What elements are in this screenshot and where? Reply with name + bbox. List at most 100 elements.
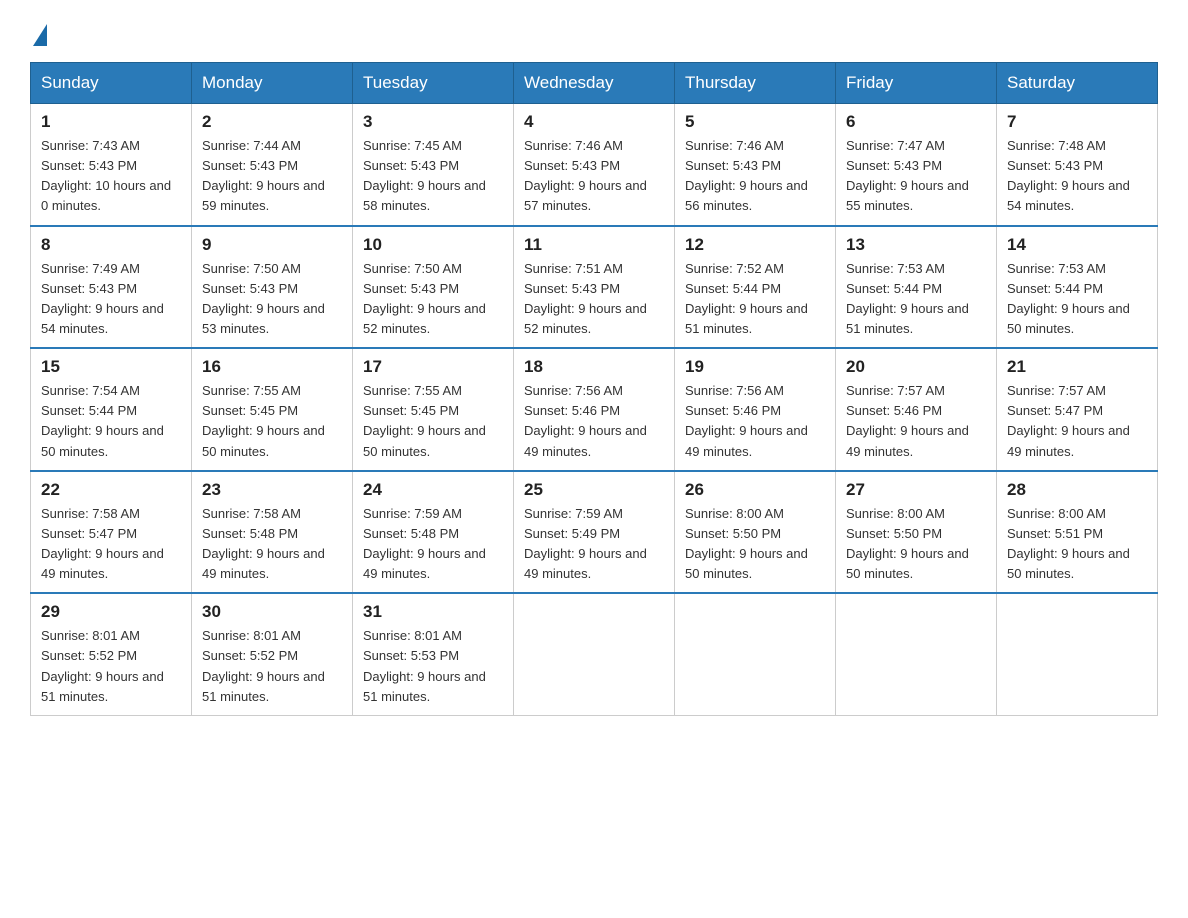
day-info: Sunrise: 7:58 AMSunset: 5:47 PMDaylight:… (41, 506, 164, 581)
day-number: 22 (41, 480, 181, 500)
weekday-header-friday: Friday (836, 63, 997, 104)
day-number: 18 (524, 357, 664, 377)
day-info: Sunrise: 7:45 AMSunset: 5:43 PMDaylight:… (363, 138, 486, 213)
calendar-cell (836, 593, 997, 715)
calendar-cell: 11 Sunrise: 7:51 AMSunset: 5:43 PMDaylig… (514, 226, 675, 349)
day-number: 28 (1007, 480, 1147, 500)
weekday-header-wednesday: Wednesday (514, 63, 675, 104)
calendar-cell: 15 Sunrise: 7:54 AMSunset: 5:44 PMDaylig… (31, 348, 192, 471)
day-info: Sunrise: 7:46 AMSunset: 5:43 PMDaylight:… (685, 138, 808, 213)
day-number: 24 (363, 480, 503, 500)
calendar-cell: 28 Sunrise: 8:00 AMSunset: 5:51 PMDaylig… (997, 471, 1158, 594)
day-info: Sunrise: 7:55 AMSunset: 5:45 PMDaylight:… (363, 383, 486, 458)
day-number: 6 (846, 112, 986, 132)
day-number: 21 (1007, 357, 1147, 377)
day-info: Sunrise: 7:57 AMSunset: 5:47 PMDaylight:… (1007, 383, 1130, 458)
calendar-cell: 22 Sunrise: 7:58 AMSunset: 5:47 PMDaylig… (31, 471, 192, 594)
day-info: Sunrise: 7:49 AMSunset: 5:43 PMDaylight:… (41, 261, 164, 336)
day-number: 12 (685, 235, 825, 255)
day-number: 16 (202, 357, 342, 377)
calendar-week-row: 29 Sunrise: 8:01 AMSunset: 5:52 PMDaylig… (31, 593, 1158, 715)
day-info: Sunrise: 7:54 AMSunset: 5:44 PMDaylight:… (41, 383, 164, 458)
day-info: Sunrise: 8:01 AMSunset: 5:52 PMDaylight:… (41, 628, 164, 703)
calendar-cell: 27 Sunrise: 8:00 AMSunset: 5:50 PMDaylig… (836, 471, 997, 594)
calendar-cell: 1 Sunrise: 7:43 AMSunset: 5:43 PMDayligh… (31, 104, 192, 226)
weekday-header-saturday: Saturday (997, 63, 1158, 104)
calendar-cell: 30 Sunrise: 8:01 AMSunset: 5:52 PMDaylig… (192, 593, 353, 715)
day-info: Sunrise: 7:57 AMSunset: 5:46 PMDaylight:… (846, 383, 969, 458)
day-info: Sunrise: 7:56 AMSunset: 5:46 PMDaylight:… (524, 383, 647, 458)
logo (30, 20, 47, 42)
day-number: 17 (363, 357, 503, 377)
day-info: Sunrise: 8:00 AMSunset: 5:50 PMDaylight:… (846, 506, 969, 581)
calendar-cell: 14 Sunrise: 7:53 AMSunset: 5:44 PMDaylig… (997, 226, 1158, 349)
calendar-cell: 5 Sunrise: 7:46 AMSunset: 5:43 PMDayligh… (675, 104, 836, 226)
calendar-cell: 25 Sunrise: 7:59 AMSunset: 5:49 PMDaylig… (514, 471, 675, 594)
calendar-cell: 24 Sunrise: 7:59 AMSunset: 5:48 PMDaylig… (353, 471, 514, 594)
day-info: Sunrise: 7:53 AMSunset: 5:44 PMDaylight:… (846, 261, 969, 336)
day-info: Sunrise: 7:43 AMSunset: 5:43 PMDaylight:… (41, 138, 171, 213)
calendar-table: SundayMondayTuesdayWednesdayThursdayFrid… (30, 62, 1158, 716)
day-number: 13 (846, 235, 986, 255)
day-number: 14 (1007, 235, 1147, 255)
calendar-week-row: 1 Sunrise: 7:43 AMSunset: 5:43 PMDayligh… (31, 104, 1158, 226)
calendar-cell: 26 Sunrise: 8:00 AMSunset: 5:50 PMDaylig… (675, 471, 836, 594)
weekday-header-thursday: Thursday (675, 63, 836, 104)
day-info: Sunrise: 7:48 AMSunset: 5:43 PMDaylight:… (1007, 138, 1130, 213)
day-number: 19 (685, 357, 825, 377)
day-number: 26 (685, 480, 825, 500)
day-info: Sunrise: 7:44 AMSunset: 5:43 PMDaylight:… (202, 138, 325, 213)
calendar-cell (514, 593, 675, 715)
day-info: Sunrise: 7:56 AMSunset: 5:46 PMDaylight:… (685, 383, 808, 458)
day-info: Sunrise: 7:52 AMSunset: 5:44 PMDaylight:… (685, 261, 808, 336)
calendar-cell: 20 Sunrise: 7:57 AMSunset: 5:46 PMDaylig… (836, 348, 997, 471)
day-number: 10 (363, 235, 503, 255)
day-number: 15 (41, 357, 181, 377)
day-number: 20 (846, 357, 986, 377)
day-info: Sunrise: 7:58 AMSunset: 5:48 PMDaylight:… (202, 506, 325, 581)
day-number: 9 (202, 235, 342, 255)
day-info: Sunrise: 7:53 AMSunset: 5:44 PMDaylight:… (1007, 261, 1130, 336)
day-number: 3 (363, 112, 503, 132)
day-number: 2 (202, 112, 342, 132)
calendar-cell: 3 Sunrise: 7:45 AMSunset: 5:43 PMDayligh… (353, 104, 514, 226)
day-info: Sunrise: 8:01 AMSunset: 5:52 PMDaylight:… (202, 628, 325, 703)
calendar-cell: 7 Sunrise: 7:48 AMSunset: 5:43 PMDayligh… (997, 104, 1158, 226)
day-number: 7 (1007, 112, 1147, 132)
day-number: 5 (685, 112, 825, 132)
day-info: Sunrise: 7:46 AMSunset: 5:43 PMDaylight:… (524, 138, 647, 213)
calendar-cell: 23 Sunrise: 7:58 AMSunset: 5:48 PMDaylig… (192, 471, 353, 594)
calendar-cell: 9 Sunrise: 7:50 AMSunset: 5:43 PMDayligh… (192, 226, 353, 349)
calendar-cell: 2 Sunrise: 7:44 AMSunset: 5:43 PMDayligh… (192, 104, 353, 226)
weekday-header-tuesday: Tuesday (353, 63, 514, 104)
weekday-header-monday: Monday (192, 63, 353, 104)
day-info: Sunrise: 8:00 AMSunset: 5:50 PMDaylight:… (685, 506, 808, 581)
calendar-cell: 4 Sunrise: 7:46 AMSunset: 5:43 PMDayligh… (514, 104, 675, 226)
day-info: Sunrise: 7:59 AMSunset: 5:48 PMDaylight:… (363, 506, 486, 581)
calendar-cell (675, 593, 836, 715)
day-number: 25 (524, 480, 664, 500)
day-number: 30 (202, 602, 342, 622)
calendar-cell: 12 Sunrise: 7:52 AMSunset: 5:44 PMDaylig… (675, 226, 836, 349)
day-number: 31 (363, 602, 503, 622)
calendar-cell: 19 Sunrise: 7:56 AMSunset: 5:46 PMDaylig… (675, 348, 836, 471)
day-info: Sunrise: 7:59 AMSunset: 5:49 PMDaylight:… (524, 506, 647, 581)
weekday-header-row: SundayMondayTuesdayWednesdayThursdayFrid… (31, 63, 1158, 104)
day-number: 23 (202, 480, 342, 500)
day-info: Sunrise: 7:55 AMSunset: 5:45 PMDaylight:… (202, 383, 325, 458)
calendar-cell: 21 Sunrise: 7:57 AMSunset: 5:47 PMDaylig… (997, 348, 1158, 471)
day-number: 1 (41, 112, 181, 132)
day-number: 4 (524, 112, 664, 132)
weekday-header-sunday: Sunday (31, 63, 192, 104)
day-info: Sunrise: 7:50 AMSunset: 5:43 PMDaylight:… (363, 261, 486, 336)
day-info: Sunrise: 7:51 AMSunset: 5:43 PMDaylight:… (524, 261, 647, 336)
day-info: Sunrise: 8:01 AMSunset: 5:53 PMDaylight:… (363, 628, 486, 703)
calendar-cell: 17 Sunrise: 7:55 AMSunset: 5:45 PMDaylig… (353, 348, 514, 471)
calendar-week-row: 15 Sunrise: 7:54 AMSunset: 5:44 PMDaylig… (31, 348, 1158, 471)
calendar-week-row: 8 Sunrise: 7:49 AMSunset: 5:43 PMDayligh… (31, 226, 1158, 349)
day-number: 8 (41, 235, 181, 255)
day-number: 29 (41, 602, 181, 622)
calendar-cell: 31 Sunrise: 8:01 AMSunset: 5:53 PMDaylig… (353, 593, 514, 715)
calendar-cell: 13 Sunrise: 7:53 AMSunset: 5:44 PMDaylig… (836, 226, 997, 349)
day-number: 27 (846, 480, 986, 500)
